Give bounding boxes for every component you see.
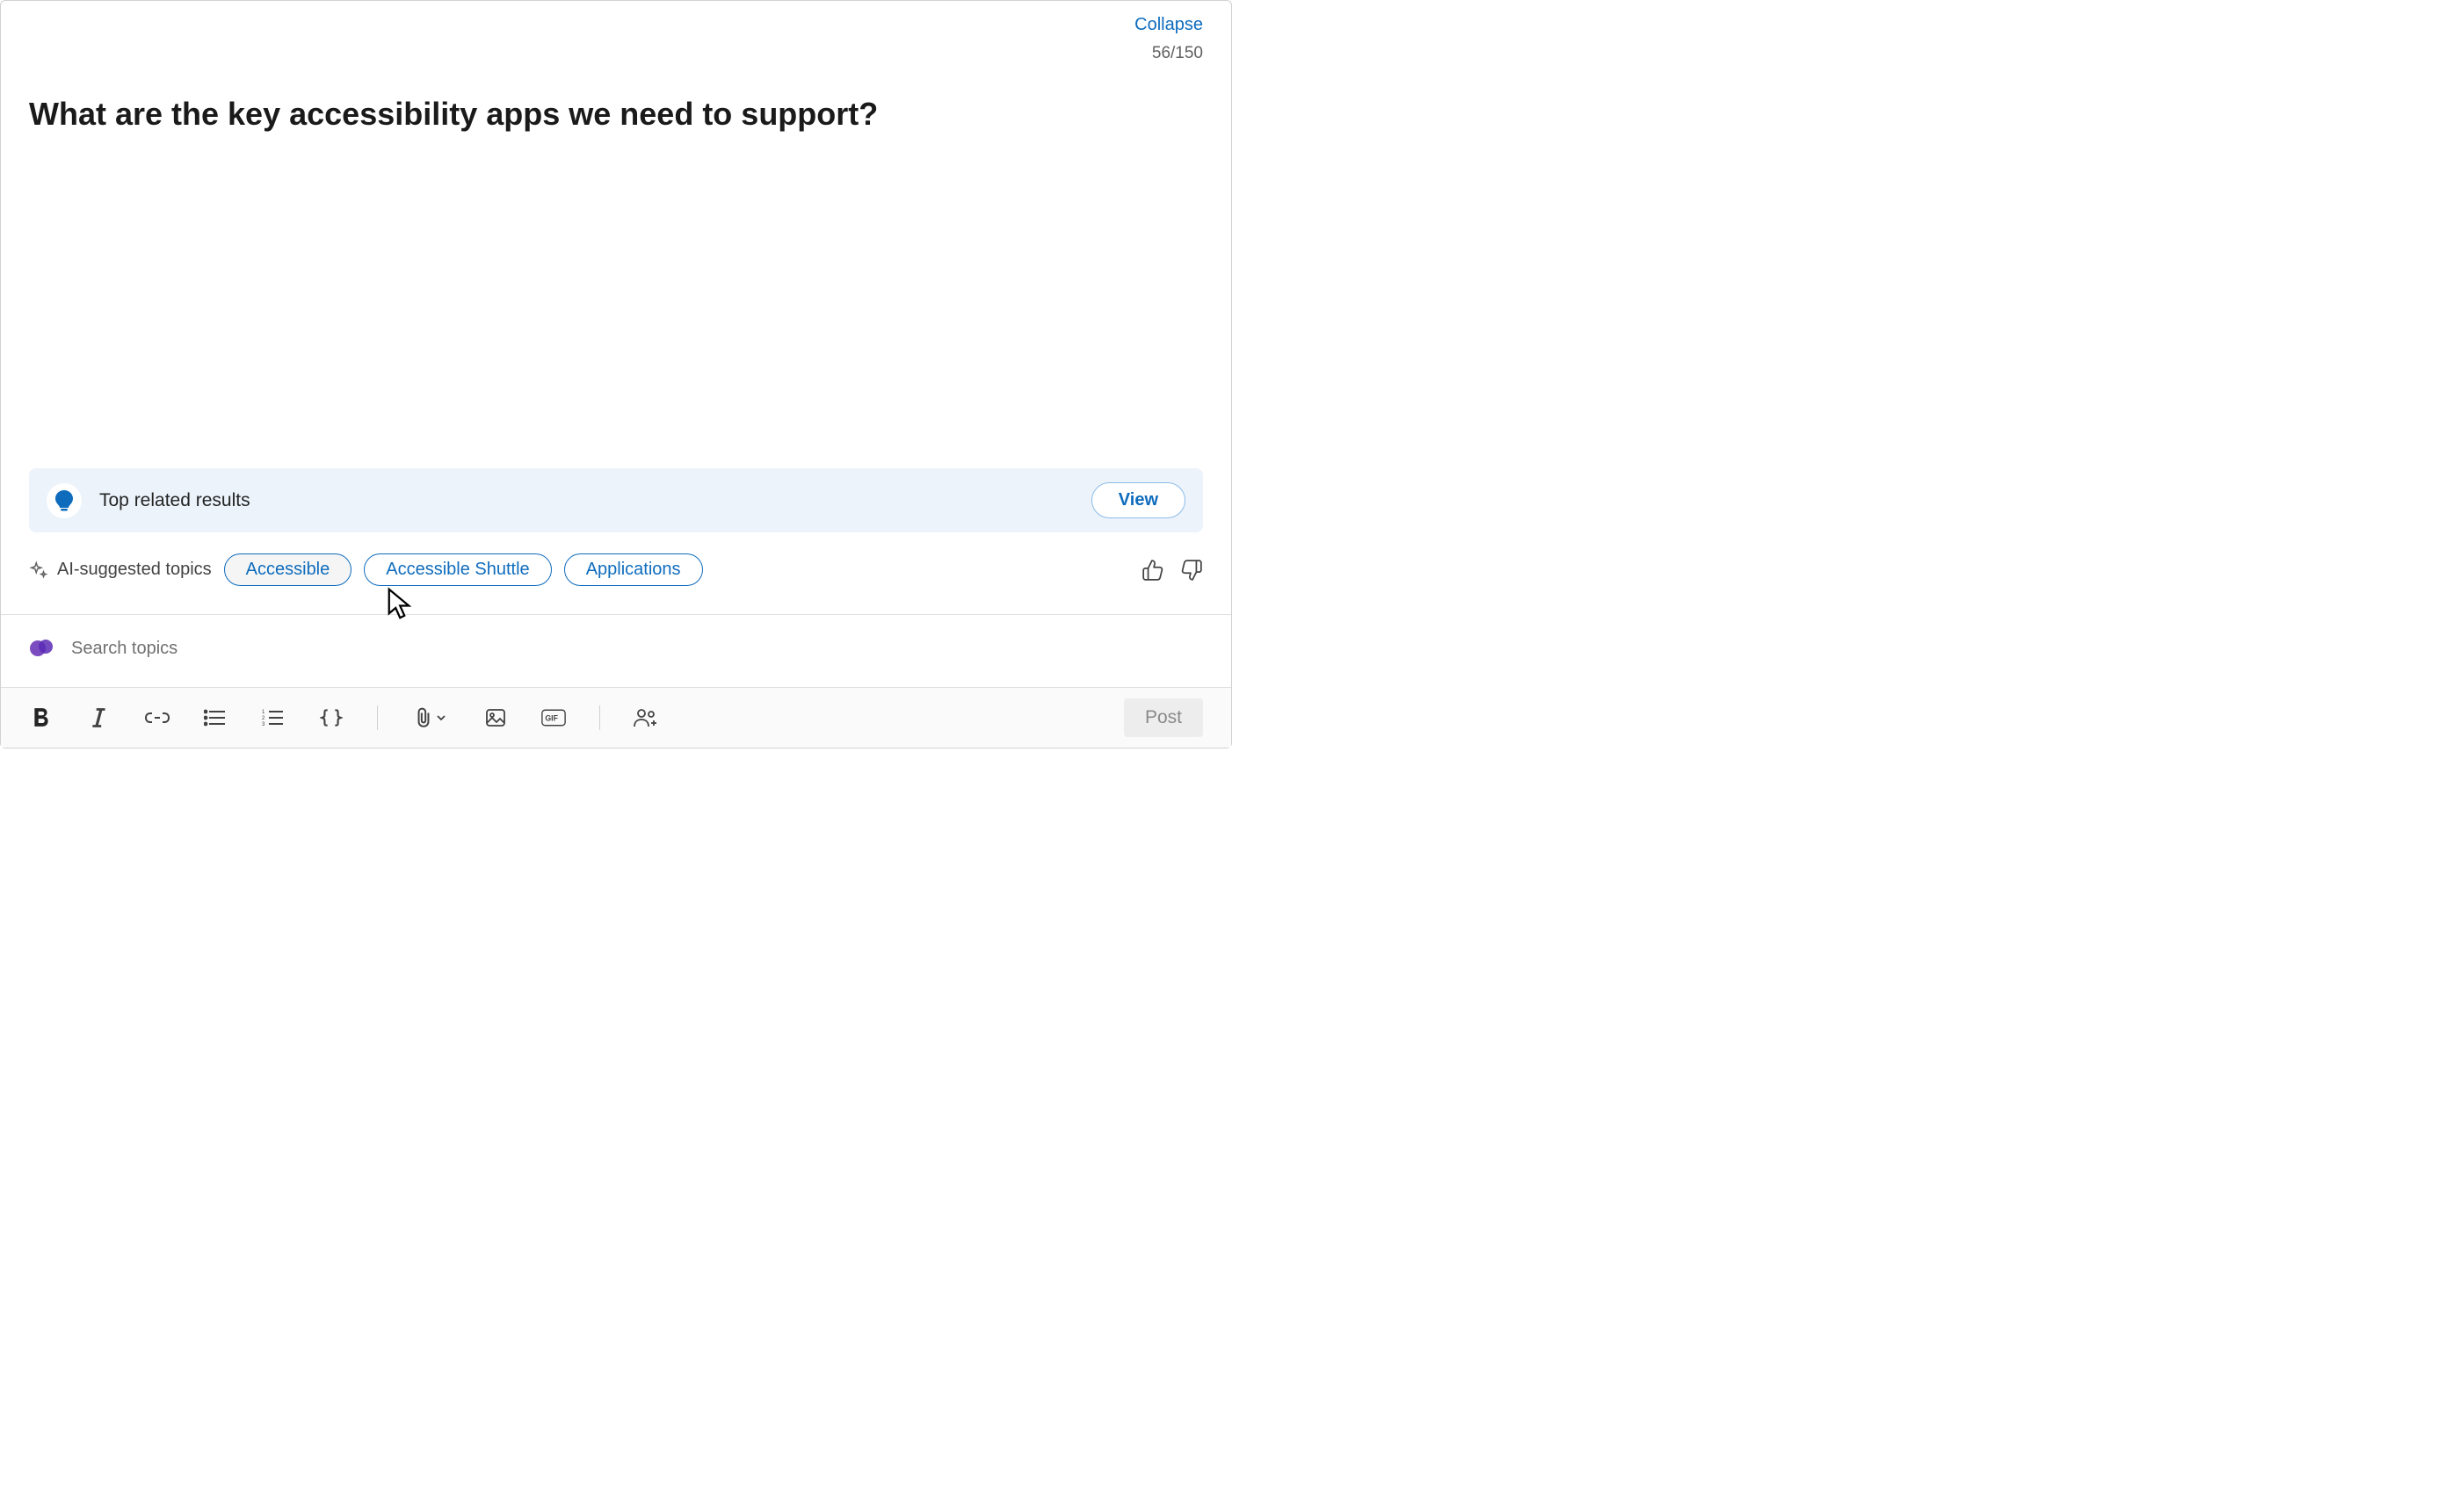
- search-topics-placeholder: Search topics: [71, 639, 178, 659]
- top-row: Collapse 56/150: [29, 15, 1203, 63]
- link-button[interactable]: [145, 705, 170, 730]
- view-button[interactable]: View: [1091, 482, 1185, 518]
- gif-button[interactable]: GIF: [541, 705, 566, 730]
- lightbulb-icon: [47, 483, 82, 518]
- attachment-button[interactable]: [411, 705, 450, 730]
- sparkle-icon: [29, 560, 48, 580]
- code-block-button[interactable]: [319, 705, 344, 730]
- people-button[interactable]: [634, 705, 658, 730]
- toolbar-separator: [599, 705, 600, 730]
- post-button[interactable]: Post: [1124, 698, 1203, 737]
- related-results-label: Top related results: [99, 490, 250, 511]
- topic-pill-applications[interactable]: Applications: [564, 553, 703, 586]
- collapse-link[interactable]: Collapse: [1134, 15, 1203, 35]
- related-results-box: Top related results View: [29, 468, 1203, 532]
- compose-window: Collapse 56/150 What are the key accessi…: [0, 0, 1232, 748]
- viva-topics-icon: [29, 636, 55, 661]
- svg-text:3: 3: [262, 722, 265, 727]
- ai-suggested-label: AI-suggested topics: [29, 560, 212, 580]
- toolbar-separator: [377, 705, 378, 730]
- topic-pill-accessible-shuttle[interactable]: Accessible Shuttle: [364, 553, 551, 586]
- char-count: 56/150: [1134, 44, 1203, 63]
- thumbs-up-button[interactable]: [1141, 559, 1164, 582]
- numbered-list-button[interactable]: 123: [261, 705, 286, 730]
- svg-text:GIF: GIF: [545, 714, 558, 723]
- format-toolbar: 123 GIF Post: [1, 687, 1231, 748]
- search-topics-row[interactable]: Search topics: [29, 615, 1203, 687]
- svg-text:1: 1: [262, 710, 265, 715]
- svg-text:2: 2: [262, 716, 265, 721]
- bullet-list-button[interactable]: [203, 705, 228, 730]
- topic-pill-accessible[interactable]: Accessible: [224, 553, 352, 586]
- content-area: Collapse 56/150 What are the key accessi…: [1, 1, 1231, 687]
- bold-button[interactable]: [29, 705, 54, 730]
- italic-button[interactable]: [87, 705, 112, 730]
- image-button[interactable]: [483, 705, 508, 730]
- ai-suggested-row: AI-suggested topics Accessible Accessibl…: [29, 553, 1203, 604]
- thumbs-down-button[interactable]: [1180, 559, 1203, 582]
- question-title[interactable]: What are the key accessibility apps we n…: [29, 95, 1203, 133]
